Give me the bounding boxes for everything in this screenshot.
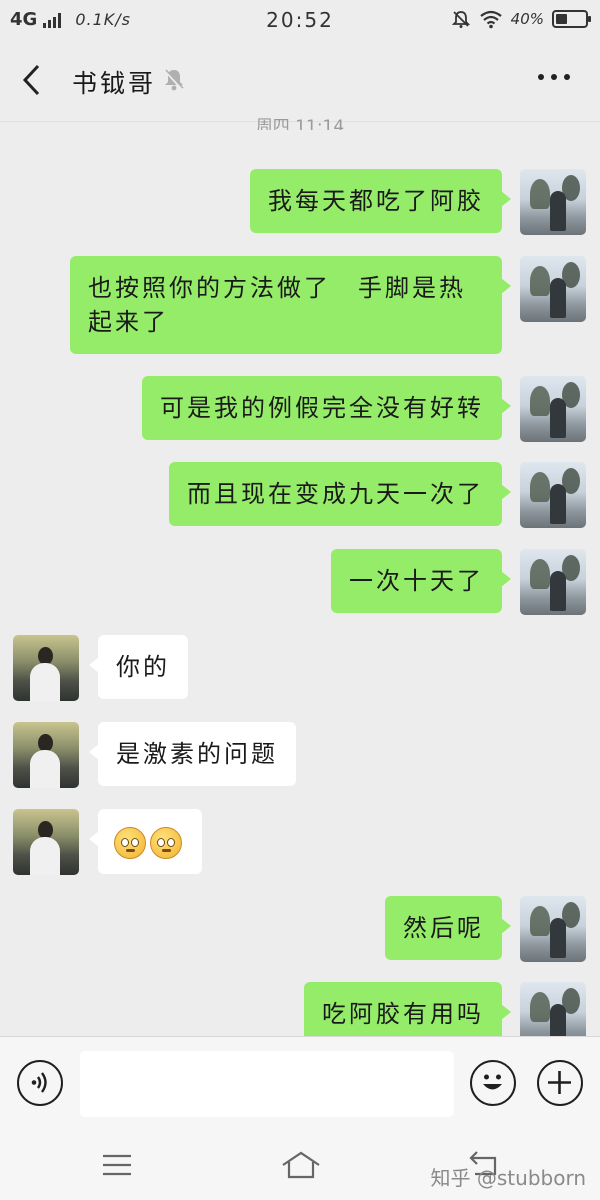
contact-avatar[interactable]	[13, 635, 79, 701]
my-avatar[interactable]	[520, 896, 586, 962]
watermark: 知乎 @stubborn	[430, 1166, 586, 1190]
message-input[interactable]	[80, 1051, 454, 1117]
chat-header: 书钺哥	[0, 40, 600, 122]
received-bubble[interactable]: 是激素的问题	[89, 722, 296, 786]
mute-status-icon	[451, 11, 470, 28]
voice-icon	[31, 1072, 47, 1093]
message-sent[interactable]: 可是我的例假完全没有好转	[142, 376, 511, 440]
chat-title: 书钺哥	[72, 69, 157, 98]
sent-bubble[interactable]: 而且现在变成九天一次了	[169, 462, 511, 526]
home-icon[interactable]	[280, 1150, 322, 1180]
my-avatar[interactable]	[520, 549, 586, 615]
plus-icon	[548, 1071, 571, 1094]
message-sent[interactable]: 而且现在变成九天一次了	[169, 462, 511, 526]
status-bar: 4G 0.1K/s 20:52 40%	[0, 0, 600, 40]
date-divider: 周四 11:14	[255, 117, 345, 130]
voice-input-button[interactable]	[17, 1060, 63, 1106]
eye-roll-emoji-icon	[114, 826, 146, 859]
sent-bubble[interactable]: 然后呢	[385, 896, 511, 960]
message-received[interactable]: 你的	[89, 635, 188, 699]
my-avatar[interactable]	[520, 462, 586, 528]
emoji-button[interactable]	[470, 1060, 516, 1106]
received-bubble[interactable]	[89, 809, 202, 874]
mute-bell-icon	[163, 68, 185, 92]
input-bar	[0, 1036, 600, 1132]
battery-percent: 40%	[510, 10, 544, 28]
message-sent[interactable]: 一次十天了	[331, 549, 511, 613]
menu-icon[interactable]	[102, 1152, 132, 1178]
battery-icon	[552, 10, 591, 28]
smiley-icon	[483, 1074, 502, 1090]
wifi-icon	[479, 10, 502, 29]
received-bubble[interactable]: 你的	[89, 635, 188, 699]
system-nav-bar: 知乎 @stubborn	[0, 1132, 600, 1200]
sent-bubble[interactable]: 可是我的例假完全没有好转	[142, 376, 511, 440]
my-avatar[interactable]	[520, 256, 586, 322]
my-avatar[interactable]	[520, 169, 586, 235]
contact-avatar[interactable]	[13, 809, 79, 875]
more-options-button[interactable]	[538, 74, 570, 80]
sent-bubble[interactable]: 也按照你的方法做了 手脚是热起来了	[70, 256, 511, 354]
back-arrow-icon[interactable]	[18, 62, 48, 98]
message-sent[interactable]: 然后呢	[385, 896, 511, 960]
eye-roll-emoji-icon	[150, 826, 182, 859]
sent-bubble[interactable]: 我每天都吃了阿胶	[250, 169, 511, 233]
message-sent[interactable]: 我每天都吃了阿胶	[250, 169, 511, 233]
battery-fill	[556, 14, 568, 24]
message-received[interactable]	[89, 809, 202, 874]
message-sent[interactable]: 也按照你的方法做了 手脚是热起来了	[70, 256, 511, 354]
more-functions-button[interactable]	[537, 1060, 583, 1106]
message-received[interactable]: 是激素的问题	[89, 722, 296, 786]
contact-avatar[interactable]	[13, 722, 79, 788]
sent-bubble[interactable]: 一次十天了	[331, 549, 511, 613]
status-right: 40%	[451, 9, 591, 29]
my-avatar[interactable]	[520, 376, 586, 442]
